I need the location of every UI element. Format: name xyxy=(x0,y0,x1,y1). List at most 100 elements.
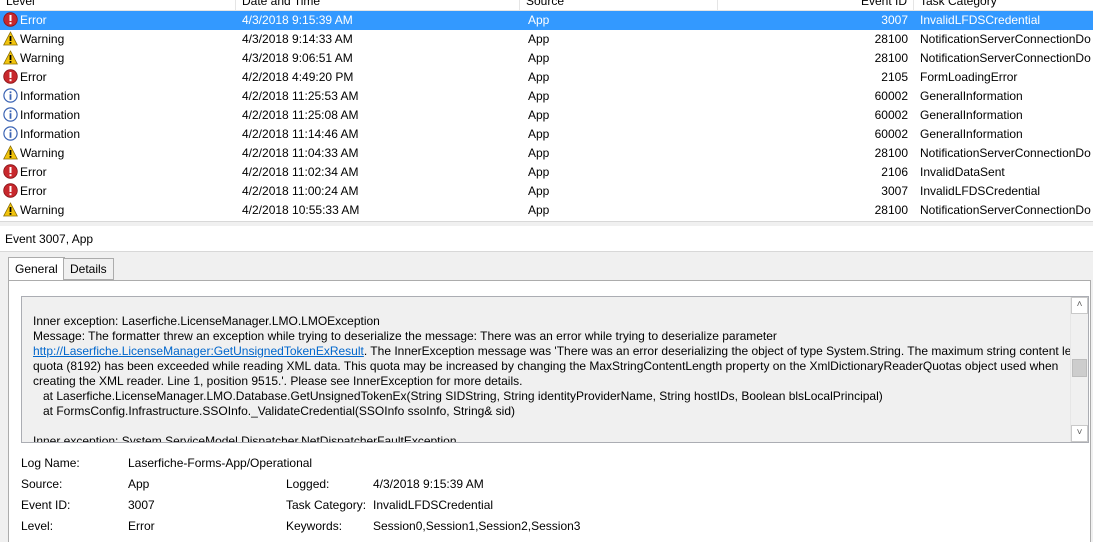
event-source: App xyxy=(528,203,550,217)
event-level-cell: Information xyxy=(3,106,233,125)
column-header-event-id[interactable]: Event ID xyxy=(718,0,914,10)
info-icon xyxy=(3,88,18,103)
column-header-task[interactable]: Task Category xyxy=(914,0,1093,10)
event-level: Warning xyxy=(20,32,65,46)
tab-general[interactable]: General xyxy=(8,257,65,281)
event-id-label: Event ID: xyxy=(21,498,71,512)
event-row[interactable]: Information 4/2/2018 11:14:46 AM App 60002 G… xyxy=(0,125,1093,144)
event-list: Level Date and Time Source Event ID Task… xyxy=(0,0,1093,221)
details-pane: Event 3007, App General Details . . . In… xyxy=(0,226,1093,542)
scroll-down-icon[interactable]: ˅ xyxy=(1071,425,1088,442)
source-label: Source: xyxy=(21,477,63,491)
scroll-up-icon[interactable]: ˄ xyxy=(1071,297,1088,314)
column-header-date[interactable]: Date and Time xyxy=(236,0,520,10)
column-header-source[interactable]: Source xyxy=(520,0,718,10)
event-level-cell: Error xyxy=(3,182,233,201)
event-row[interactable]: Warning 4/3/2018 9:06:51 AM App 28100 Notifi… xyxy=(0,49,1093,68)
warning-icon xyxy=(3,202,18,217)
event-row[interactable]: Information 4/2/2018 11:25:53 AM App 60002 G… xyxy=(0,87,1093,106)
message-scrollbar[interactable]: ˄ ˅ xyxy=(1070,297,1088,442)
event-row[interactable]: Error 4/2/2018 11:00:24 AM App 3007 InvalidL… xyxy=(0,182,1093,201)
event-date: 4/2/2018 11:25:08 AM xyxy=(242,108,359,122)
event-source: App xyxy=(528,108,550,122)
event-level: Information xyxy=(20,89,81,103)
message-line-blank xyxy=(33,419,1073,434)
event-level: Warning xyxy=(20,51,65,65)
task-category-label: Task Category: xyxy=(286,498,367,512)
event-id: 2105 xyxy=(881,70,908,84)
warning-icon xyxy=(3,145,18,160)
message-line-text: . The InnerException message was 'There … xyxy=(363,344,1089,358)
event-level-cell: Warning xyxy=(3,201,233,220)
event-source: App xyxy=(528,32,550,46)
event-level: Error xyxy=(20,70,47,84)
logged-value: 4/3/2018 9:15:39 AM xyxy=(373,477,484,491)
event-level-cell: Warning xyxy=(3,144,233,163)
event-message-box[interactable]: . . . Inner exception: Laserfiche.Licens… xyxy=(21,296,1089,443)
event-row[interactable]: Error 4/3/2018 9:15:39 AM App 3007 InvalidLF… xyxy=(0,11,1093,30)
event-message-text: . . . Inner exception: Laserfiche.Licens… xyxy=(33,297,1088,442)
prop-row-log-name: Log Name: Laserfiche-Forms-App/Operation… xyxy=(21,453,1081,474)
task-category-value: InvalidLFDSCredential xyxy=(373,498,494,512)
event-level-cell: Warning xyxy=(3,49,233,68)
event-date: 4/3/2018 9:06:51 AM xyxy=(242,51,353,65)
column-header-event-id-label: Event ID xyxy=(860,0,907,8)
event-level-cell: Error xyxy=(3,11,233,30)
event-task-category: GeneralInformation xyxy=(920,127,1023,141)
error-icon xyxy=(3,164,18,179)
event-date: 4/3/2018 9:14:33 AM xyxy=(242,32,353,46)
event-source: App xyxy=(528,70,550,84)
event-level: Information xyxy=(20,127,81,141)
event-task-category: NotificationServerConnectionDo xyxy=(920,32,1091,46)
event-task-category: NotificationServerConnectionDo xyxy=(920,51,1091,65)
message-line: Inner exception: Laserfiche.LicenseManag… xyxy=(33,314,380,328)
event-task-category: InvalidDataSent xyxy=(920,165,1005,179)
event-id: 60002 xyxy=(874,108,908,122)
message-line: http://Laserfiche.LicenseManager:GetUnsi… xyxy=(33,344,1088,359)
event-row[interactable]: Warning 4/2/2018 10:55:33 AM App 28100 Notif… xyxy=(0,201,1093,220)
event-date: 4/2/2018 4:49:20 PM xyxy=(242,70,354,84)
message-link[interactable]: http://Laserfiche.LicenseManager:GetUnsi… xyxy=(33,344,364,358)
event-level: Warning xyxy=(20,203,65,217)
event-row[interactable]: Error 4/2/2018 11:02:34 AM App 2106 InvalidD… xyxy=(0,163,1093,182)
scroll-thumb[interactable] xyxy=(1072,359,1087,377)
event-row[interactable]: Error 4/2/2018 4:49:20 PM App 2105 FormLoadi… xyxy=(0,68,1093,87)
column-header-level[interactable]: Level xyxy=(0,0,236,10)
event-properties: Log Name: Laserfiche-Forms-App/Operation… xyxy=(21,453,1081,537)
event-level: Error xyxy=(20,13,47,27)
column-header: Level Date and Time Source Event ID Task… xyxy=(0,0,1093,11)
event-id: 3007 xyxy=(881,184,908,198)
event-source: App xyxy=(528,146,550,160)
tab-details[interactable]: Details xyxy=(63,258,114,280)
event-source: App xyxy=(528,127,550,141)
log-name-value: Laserfiche-Forms-App/Operational xyxy=(128,456,313,470)
event-row[interactable]: Warning 4/3/2018 9:14:33 AM App 28100 Notifi… xyxy=(0,30,1093,49)
message-line: Message: The formatter threw an exceptio… xyxy=(33,329,777,343)
event-date: 4/2/2018 11:25:53 AM xyxy=(242,89,359,103)
event-source: App xyxy=(528,13,550,27)
event-rows: Error 4/3/2018 9:15:39 AM App 3007 InvalidLF… xyxy=(0,11,1093,220)
column-header-date-label: Date and Time xyxy=(242,0,321,8)
message-line: at FormsConfig.Infrastructure.SSOInfo._V… xyxy=(33,404,515,418)
event-date: 4/2/2018 11:04:33 AM xyxy=(242,146,359,160)
info-icon xyxy=(3,107,18,122)
error-icon xyxy=(3,12,18,27)
warning-icon xyxy=(3,50,18,65)
event-row[interactable]: Information 4/2/2018 11:25:08 AM App 60002 G… xyxy=(0,106,1093,125)
event-source: App xyxy=(528,184,550,198)
event-level-cell: Information xyxy=(3,87,233,106)
event-task-category: InvalidLFDSCredential xyxy=(920,184,1041,198)
warning-icon xyxy=(3,31,18,46)
event-id: 60002 xyxy=(874,89,908,103)
event-task-category: NotificationServerConnectionDo xyxy=(920,203,1091,217)
message-line-blank xyxy=(33,299,1073,314)
column-header-source-label: Source xyxy=(526,0,565,8)
error-icon xyxy=(3,183,18,198)
event-task-category: GeneralInformation xyxy=(920,108,1023,122)
event-date: 4/2/2018 11:00:24 AM xyxy=(242,184,359,198)
event-level: Error xyxy=(20,184,47,198)
general-tab-panel: . . . Inner exception: Laserfiche.Licens… xyxy=(8,280,1091,542)
source-value: App xyxy=(128,477,150,491)
message-line: quota (8192) has been exceeded while rea… xyxy=(33,359,1059,373)
event-row[interactable]: Warning 4/2/2018 11:04:33 AM App 28100 Notif… xyxy=(0,144,1093,163)
